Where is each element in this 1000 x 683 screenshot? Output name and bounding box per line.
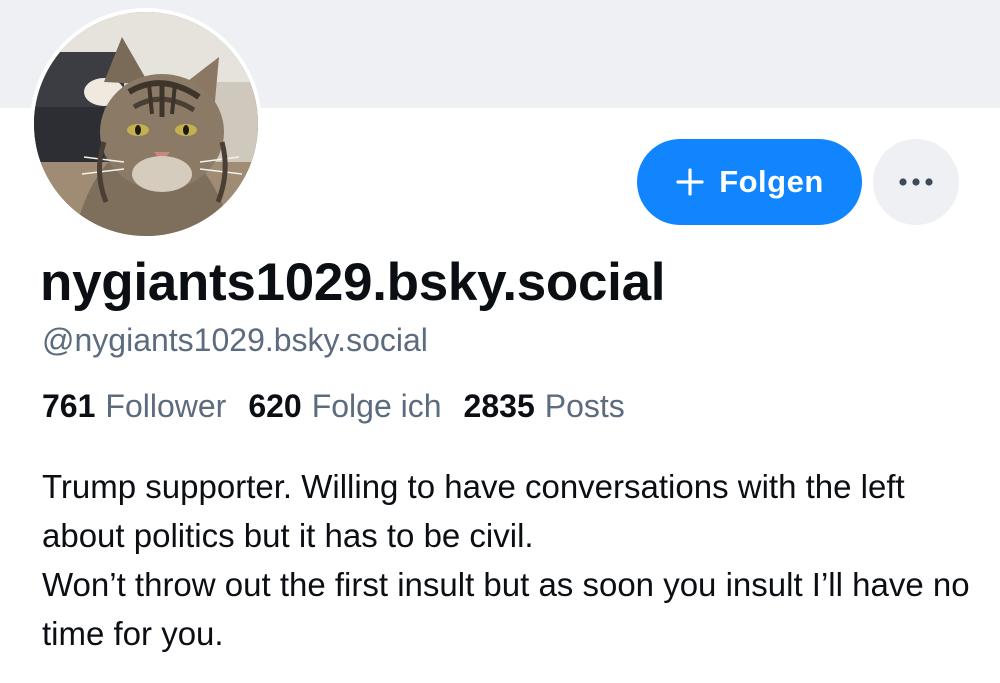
posts-label: Posts [544,388,625,424]
profile-avatar[interactable] [30,8,262,240]
following-count: 620 [248,388,302,424]
posts-count: 2835 [463,388,535,424]
cat-avatar-icon [34,12,258,236]
posts-stat: 2835 Posts [464,388,625,425]
follow-button[interactable]: Folgen [637,139,862,225]
plus-icon [676,168,704,196]
follow-button-label: Folgen [719,164,824,199]
profile-stats: 761 Follower 620 Folge ich 2835 Posts [42,388,625,425]
profile-page: Folgen nygiants1029.bsky.social @nygiant… [0,0,1000,683]
followers-stat[interactable]: 761 Follower [42,388,226,425]
profile-handle: @nygiants1029.bsky.social [42,322,428,358]
display-name: nygiants1029.bsky.social [40,253,666,312]
following-label: Folge ich [311,388,442,424]
profile-bio: Trump supporter. Willing to have convers… [42,468,970,652]
more-options-button[interactable] [873,139,959,225]
followers-label: Follower [105,388,227,424]
ellipsis-icon [899,178,933,186]
followers-count: 761 [42,388,96,424]
following-stat[interactable]: 620 Folge ich [248,388,441,425]
